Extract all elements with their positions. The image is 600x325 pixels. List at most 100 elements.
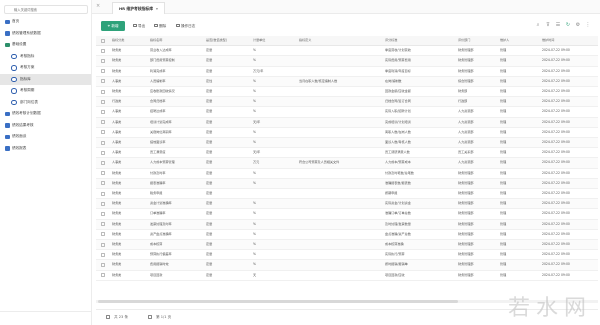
delete-icon bbox=[154, 23, 158, 28]
total-count: 共 23 条 bbox=[114, 315, 129, 319]
more-icon[interactable]: ⋮ bbox=[584, 21, 592, 29]
row-checkbox[interactable] bbox=[96, 198, 110, 210]
table-row[interactable]: 财务类 部门费用预算控制 定量% 实际费用/预算费用 财务管理部 管理 2024-07-22… bbox=[96, 55, 598, 67]
row-checkbox[interactable] bbox=[96, 168, 110, 179]
table-row[interactable]: 财务类 资产盘点准确率 定量% 盘点准确/资产总数 财务管理部 管理 2024-07-22 … bbox=[96, 229, 598, 241]
sidebar-item[interactable]: 考核指标 bbox=[0, 51, 91, 63]
row-checkbox[interactable] bbox=[96, 249, 110, 261]
sidebar-item[interactable]: 绩效报表 bbox=[0, 143, 91, 155]
refresh-icon[interactable]: ↻ bbox=[564, 21, 572, 29]
row-checkbox[interactable] bbox=[96, 229, 110, 241]
row-checkbox[interactable] bbox=[96, 178, 110, 190]
row-checkbox[interactable] bbox=[96, 259, 110, 271]
table-cell: 定量 bbox=[204, 147, 251, 159]
table-row[interactable]: 人事类 培训计划完成率 定量 天/年 完成培训/计划培训 人力资源部 管理 2024-07-2… bbox=[96, 117, 598, 128]
chevron-down-icon[interactable]: ▾ bbox=[156, 6, 158, 11]
export-button[interactable]: 导出 bbox=[133, 21, 145, 31]
list-icon bbox=[5, 111, 10, 116]
row-checkbox[interactable] bbox=[96, 239, 110, 251]
table-row[interactable]: 财务类 营业收入达成率 定量% 季度营收/计划营收 财务管理部 管理 2024-07-22 … bbox=[96, 45, 598, 57]
table-row[interactable]: 人事类 关键岗位离职率 定量% 离职人数/在岗人数 人力资源部 管理 2024-07-22 … bbox=[96, 127, 598, 139]
table-row[interactable]: 人事类 人力成本预算管理 定量 万元 符合公司预算及人员相关文件 人力成本/预算成本 人力资… bbox=[96, 157, 598, 169]
columns-icon[interactable]: ☰ bbox=[554, 21, 562, 29]
table-row[interactable]: 财务类 报表准确率 定量% 准确报表数/报表数 财务管理部 管理 2024-07-22 09… bbox=[96, 178, 598, 190]
table-cell: 定量 bbox=[204, 178, 251, 190]
row-checkbox[interactable] bbox=[96, 219, 110, 230]
row-checkbox[interactable] bbox=[96, 55, 110, 67]
row-checkbox[interactable] bbox=[96, 96, 110, 108]
log-button[interactable]: 操作日志 bbox=[176, 21, 195, 31]
table-row[interactable]: 财务类 资金计划准确率 定量% 实际资金/计划资金 财务管理部 管理 2024-07-22 … bbox=[96, 198, 598, 210]
select-all-checkbox[interactable] bbox=[96, 36, 110, 47]
table-row[interactable]: 财务类 付款及时率 定量% 付款及时笔数/总笔数 财务管理部 管理 2024-07-22 0… bbox=[96, 168, 598, 179]
table-row[interactable]: 人事类 人员编制率 定性% 当月在职人数/核定编制人数 在岗/编制数 综合管理部 管理 202… bbox=[96, 76, 598, 88]
table-row[interactable]: 财务类 订单准确率 定量% 准确订单/订单总数 财务管理部 管理 2024-07-22 09… bbox=[96, 208, 598, 220]
row-checkbox[interactable] bbox=[96, 208, 110, 220]
table-row[interactable]: 财务类 成本核算 定量% 成本核算准确 财务管理部 管理 2024-07-22 09:00 bbox=[96, 239, 598, 251]
row-checkbox[interactable] bbox=[96, 157, 110, 169]
tab-indicator-library[interactable]: HR 维护考核指标库 ▾ bbox=[112, 2, 165, 14]
delete-button[interactable]: 删除 bbox=[154, 21, 166, 31]
table-row[interactable]: 人事类 招聘达成率 定量% 实际入职/招聘计划 人力资源部 管理 2024-07-22 09… bbox=[96, 106, 598, 118]
page-size-icon[interactable] bbox=[106, 315, 110, 319]
sidebar-item[interactable]: 首页 bbox=[0, 16, 91, 28]
column-header[interactable]: 评价部门 bbox=[456, 36, 498, 47]
column-header[interactable]: 指标分类 bbox=[110, 36, 148, 47]
table-cell: 盘点准确/资产总数 bbox=[383, 229, 456, 241]
sidebar-item[interactable]: 基础设置 bbox=[0, 39, 91, 51]
table-row[interactable]: 财务类 费用报销时效 定量% 按时报销/报销单 财务管理部 管理 2024-07-22 09… bbox=[96, 259, 598, 271]
add-button[interactable]: +新增 bbox=[101, 21, 125, 31]
table-row[interactable]: 财务类 发票处理及时率 定量% 及时处理/发票数量 财务管理部 管理 2024-07-22 … bbox=[96, 219, 598, 230]
search-input[interactable] bbox=[4, 5, 88, 14]
column-header[interactable]: 指标定义 bbox=[297, 36, 383, 47]
table-cell: 人事类 bbox=[110, 137, 148, 149]
table-row[interactable]: 财务类 税务申报 定量 按期申报 财务管理部 管理 2024-07-22 09:00 bbox=[96, 188, 598, 200]
row-checkbox[interactable] bbox=[96, 76, 110, 88]
column-header[interactable]: 是否(数值类型) bbox=[204, 36, 251, 47]
table-cell: 员工关系部 bbox=[456, 147, 498, 159]
row-checkbox[interactable] bbox=[96, 86, 110, 98]
column-header[interactable]: 维护时间 bbox=[540, 36, 598, 47]
pagination-icon[interactable] bbox=[148, 315, 152, 319]
sidebar-item[interactable]: 绩效结果考核 bbox=[0, 120, 91, 132]
table-row[interactable]: 财务类 项目回款 定量天 项目回款/应收 财务管理部 管理 2024-07-22 09:00 bbox=[96, 270, 598, 281]
sidebar-item[interactable]: 绩效管理系统数据 bbox=[0, 28, 91, 40]
app: 首页绩效管理系统数据基础设置考核指标考核方案指标库考核周期部门岗位表绩效考核计划… bbox=[0, 0, 600, 325]
table-cell: 万元 bbox=[251, 157, 297, 169]
scrollbar-thumb[interactable] bbox=[98, 300, 458, 303]
sidebar-item[interactable]: 绩效考核计划数据 bbox=[0, 108, 91, 120]
row-checkbox[interactable] bbox=[96, 147, 110, 159]
settings-icon[interactable]: ⚙ bbox=[574, 21, 582, 29]
column-header[interactable]: 评分标准 bbox=[383, 36, 456, 47]
table-row[interactable]: 人事类 绩效面谈率 定量% 面谈人数/考核人数 人力资源部 管理 2024-07-22 09… bbox=[96, 137, 598, 149]
table-cell: 管理 bbox=[498, 147, 540, 159]
table-row[interactable]: 行政类 合同归档率 定量% 归档合同/签订合同 行政部 管理 2024-07-22 09:0… bbox=[96, 96, 598, 108]
row-checkbox[interactable] bbox=[96, 270, 110, 281]
sidebar-nav: 首页 绩效管理系统数据 基础设置 考核指标 考核方案 指标库 考核周期 部门岗位表 绩效考核计划… bbox=[0, 16, 91, 154]
row-checkbox[interactable] bbox=[96, 137, 110, 149]
sidebar-item[interactable]: 绩效面谈 bbox=[0, 131, 91, 143]
sidebar-item[interactable]: 指标库 bbox=[0, 73, 91, 85]
table-row[interactable]: 财务类 利润完成率 定量 万元/年 季度利润/年度目标 财务管理部 管理 2024-07-22… bbox=[96, 66, 598, 77]
sidebar-item[interactable]: 考核方案 bbox=[0, 62, 91, 74]
row-checkbox[interactable] bbox=[96, 45, 110, 57]
table-cell: 定量 bbox=[204, 270, 251, 281]
table-row[interactable]: 财务类 预算执行偏差率 定量% 实际执行/预算 财务管理部 管理 2024-07-22 09… bbox=[96, 249, 598, 261]
row-checkbox[interactable] bbox=[96, 66, 110, 77]
row-checkbox[interactable] bbox=[96, 127, 110, 139]
column-header[interactable]: 指标名称 bbox=[148, 36, 204, 47]
filter-icon[interactable]: ⊽ bbox=[544, 21, 552, 29]
row-checkbox[interactable] bbox=[96, 117, 110, 128]
sidebar-item[interactable]: 考核周期 bbox=[0, 85, 91, 97]
table-row[interactable]: 人事类 员工满意度 定量 天/年 员工调研满意人数 员工关系部 管理 2024-07-22 0… bbox=[96, 147, 598, 159]
close-icon[interactable]: × bbox=[96, 3, 100, 9]
table-row[interactable]: 财务类 应收账款回收情况 定量% 回款金额/应收金额 财务部 管理 2024-07-22 0… bbox=[96, 86, 598, 98]
column-header[interactable]: 计量单位 bbox=[251, 36, 297, 47]
row-checkbox[interactable] bbox=[96, 106, 110, 118]
toolbar: +新增 导出 删除 操作日志 ⌕ ⊽ ☰ ↻ ⚙ ⋮ bbox=[96, 20, 596, 33]
sidebar-item-label: 绩效面谈 bbox=[12, 134, 27, 138]
row-checkbox[interactable] bbox=[96, 188, 110, 200]
column-header[interactable]: 维护人 bbox=[498, 36, 540, 47]
sidebar-item[interactable]: 部门岗位表 bbox=[0, 97, 91, 109]
search-icon[interactable]: ⌕ bbox=[534, 21, 542, 29]
